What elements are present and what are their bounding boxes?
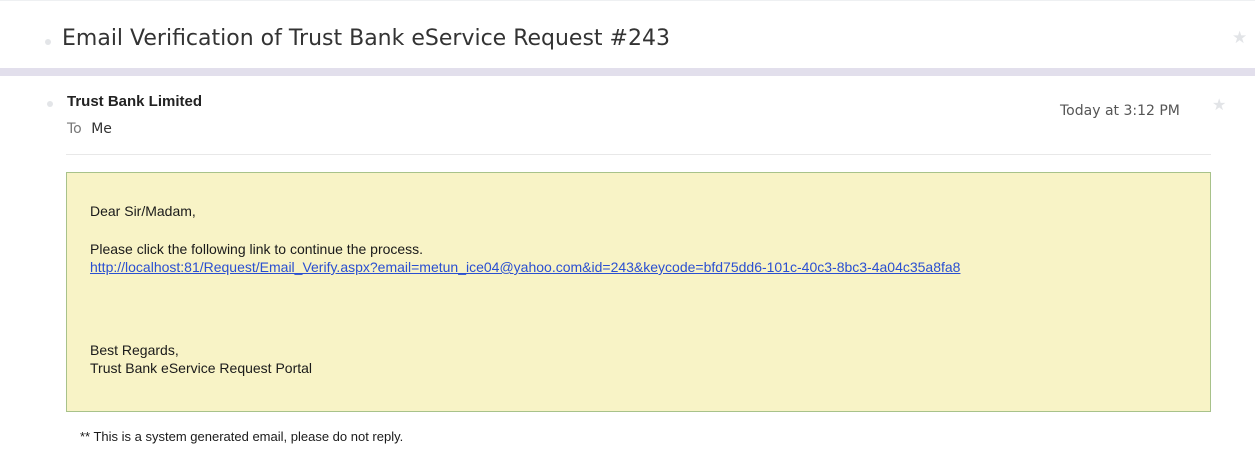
instruction-text: Please click the following link to conti… — [90, 241, 424, 257]
recipient-row: To Me — [67, 121, 112, 137]
message-timestamp: Today at 3:12 PM — [1060, 103, 1180, 119]
sender-dot-icon — [47, 101, 53, 107]
thread-dot-icon — [45, 39, 51, 45]
email-view: Email Verification of Trust Bank eServic… — [0, 0, 1255, 461]
subject-divider — [0, 68, 1255, 76]
star-icon[interactable]: ★ — [1232, 30, 1247, 47]
message-body: Dear Sir/Madam, Please click the followi… — [66, 172, 1211, 412]
sender-name[interactable]: Trust Bank Limited — [67, 93, 202, 110]
to-label: To — [67, 121, 82, 137]
closing-text: Best Regards, — [90, 342, 179, 358]
recipient-name[interactable]: Me — [91, 121, 112, 137]
email-subject: Email Verification of Trust Bank eServic… — [62, 26, 670, 51]
signature-text: Trust Bank eService Request Portal — [90, 360, 313, 376]
header-divider — [66, 154, 1211, 155]
greeting-text: Dear Sir/Madam, — [90, 203, 196, 219]
subject-row: Email Verification of Trust Bank eServic… — [0, 0, 1255, 68]
system-notice: ** This is a system generated email, ple… — [80, 429, 404, 444]
verification-link[interactable]: http://localhost:81/Request/Email_Verify… — [90, 258, 1185, 276]
message-star-icon[interactable]: ★ — [1212, 97, 1226, 113]
